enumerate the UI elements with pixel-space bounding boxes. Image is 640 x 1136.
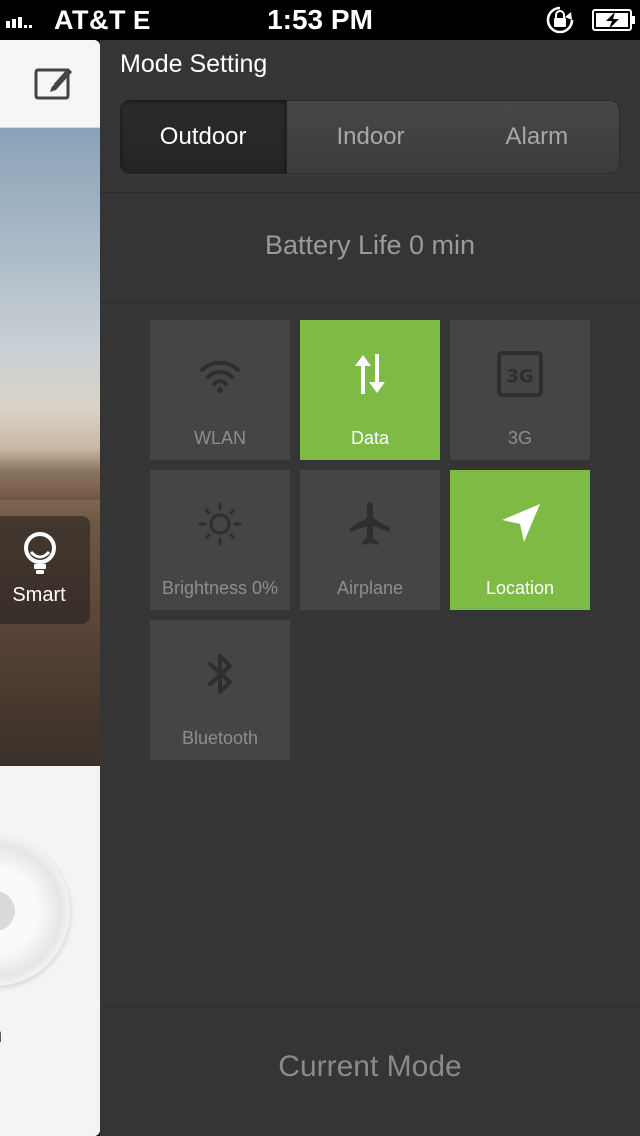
3g-icon: 3G xyxy=(497,351,543,397)
current-mode-button[interactable]: Current Mode xyxy=(100,1050,640,1084)
battery-charging-icon xyxy=(592,9,635,31)
airplane-toggle[interactable]: Airplane xyxy=(300,470,440,610)
bluetooth-toggle[interactable]: Bluetooth xyxy=(150,620,290,760)
tile-label: Data xyxy=(350,428,390,448)
brightness-icon xyxy=(198,502,242,546)
smart-button[interactable]: Smart xyxy=(0,516,90,624)
data-toggle[interactable]: Data xyxy=(300,320,440,460)
edit-icon[interactable] xyxy=(34,64,74,100)
photo-hills xyxy=(0,460,100,500)
bluetooth-icon xyxy=(208,654,232,694)
smart-label: Smart xyxy=(12,584,66,606)
main-page-bottom: m xyxy=(0,766,100,1136)
tile-label: 3G xyxy=(507,428,532,448)
tab-alarm[interactable]: Alarm xyxy=(454,100,620,174)
tile-label: WLAN xyxy=(193,428,246,448)
location-icon xyxy=(502,504,540,542)
mode-tabs: Outdoor Indoor Alarm xyxy=(120,100,620,174)
status-bar: AT&T E 1:53 PM xyxy=(0,0,640,40)
divider xyxy=(100,302,640,303)
mode-dial-center xyxy=(0,891,15,931)
divider xyxy=(100,192,640,193)
tile-label: Airplane xyxy=(336,578,404,598)
svg-text:3G: 3G xyxy=(506,366,533,387)
wifi-icon xyxy=(200,360,240,393)
tab-indoor[interactable]: Indoor xyxy=(287,100,453,174)
rotation-lock-icon xyxy=(546,6,574,34)
tile-label: Brightness 0% xyxy=(161,578,279,598)
toggle-grid: WLAN Data 3G 3G Brightness 0% Airplane L… xyxy=(150,320,590,760)
tab-outdoor[interactable]: Outdoor xyxy=(120,100,288,174)
brightness-toggle[interactable]: Brightness 0% xyxy=(150,470,290,610)
landscape-photo: Smart xyxy=(0,128,100,766)
mode-dial[interactable] xyxy=(0,836,70,986)
panel-title: Mode Setting xyxy=(120,50,268,78)
mode-setting-panel: Mode Setting Outdoor Indoor Alarm Batter… xyxy=(100,40,640,1136)
battery-life-text: Battery Life 0 min xyxy=(264,230,476,260)
tile-label: Location xyxy=(485,578,555,598)
dial-label-fragment: m xyxy=(0,1022,2,1048)
lightbulb-icon xyxy=(24,532,56,574)
data-arrows-icon xyxy=(355,354,385,394)
location-toggle[interactable]: Location xyxy=(450,470,590,610)
airplane-icon xyxy=(350,502,390,545)
wlan-toggle[interactable]: WLAN xyxy=(150,320,290,460)
main-page-preview[interactable]: Smart m xyxy=(0,40,100,1136)
3g-toggle[interactable]: 3G 3G xyxy=(450,320,590,460)
divider xyxy=(100,1006,640,1007)
main-page-header xyxy=(0,40,100,128)
tile-label: Bluetooth xyxy=(181,728,259,748)
